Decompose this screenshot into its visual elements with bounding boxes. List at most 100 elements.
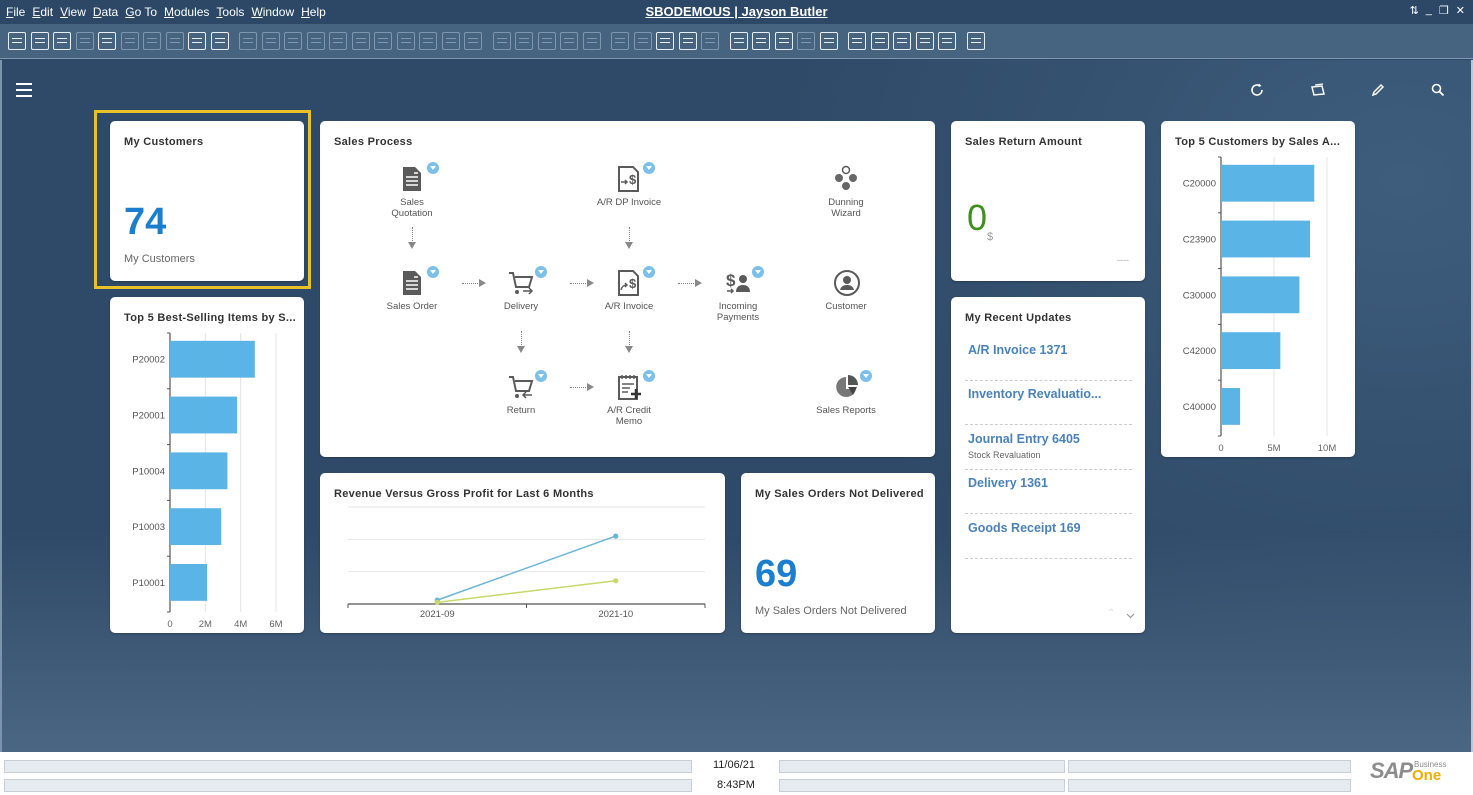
bar-p20002	[170, 340, 255, 378]
query-manager-icon[interactable]	[656, 32, 674, 50]
dropdown-badge-icon[interactable]	[752, 266, 764, 278]
find-icon[interactable]	[8, 32, 26, 50]
previous-record-icon	[306, 32, 325, 50]
cart-icon	[508, 269, 534, 297]
kpi-value[interactable]: 0	[967, 197, 987, 239]
update-item[interactable]: A/R Invoice 1371	[965, 343, 1132, 381]
menu-item-file[interactable]: File	[6, 5, 25, 19]
dropdown-badge-icon[interactable]	[643, 370, 655, 382]
message-icon[interactable]	[98, 32, 116, 50]
sales-quotation-node[interactable]: Sales Quotation	[362, 162, 462, 219]
sales-return-widget[interactable]: Sales Return Amount 0 $ ----	[951, 121, 1145, 281]
dashboard-icon[interactable]	[848, 32, 866, 50]
dunning-wizard-node[interactable]: Dunning Wizard	[796, 165, 896, 219]
update-item[interactable]: Inventory Revaluatio...	[965, 387, 1132, 425]
update-link[interactable]: Delivery 1361	[968, 476, 1132, 490]
scroll-up-icon[interactable]: ⌃	[1107, 608, 1115, 619]
calculator-icon[interactable]	[774, 32, 793, 50]
close-icon[interactable]: ✕	[1456, 4, 1465, 17]
edit-icon[interactable]	[1370, 82, 1386, 98]
node-label: Dunning Wizard	[828, 197, 864, 219]
revenue-profit-chart: 2021-09 2021-10	[347, 506, 706, 620]
update-item[interactable]: Goods Receipt 169	[965, 521, 1132, 559]
sales-analysis-icon[interactable]	[893, 32, 911, 50]
report-icon[interactable]	[915, 32, 934, 50]
dropdown-badge-icon[interactable]	[535, 370, 547, 382]
menu-item-tools[interactable]: Tools	[216, 5, 244, 19]
y-tick-label: P10003	[132, 522, 165, 533]
data-point	[613, 578, 619, 584]
menu-item-data[interactable]: Data	[93, 5, 118, 19]
dropdown-badge-icon[interactable]	[643, 266, 655, 278]
scroll-down-icon[interactable]	[1126, 606, 1135, 619]
incoming-payments-node[interactable]: $ Incoming Payments	[688, 266, 788, 323]
kpi-value[interactable]: 74	[124, 201, 166, 244]
update-item[interactable]: Journal Entry 6405 Stock Revaluation	[965, 432, 1132, 470]
print-preview-icon[interactable]	[53, 32, 71, 50]
update-link[interactable]: Journal Entry 6405	[968, 432, 1132, 446]
update-link[interactable]: Goods Receipt 169	[968, 521, 1132, 535]
add-icon	[261, 32, 280, 50]
ar-dp-invoice-node[interactable]: $ A/R DP Invoice	[579, 162, 679, 208]
refresh-icon[interactable]	[1249, 82, 1265, 98]
sales-order-node[interactable]: Sales Order	[362, 266, 462, 312]
update-link[interactable]: Inventory Revaluatio...	[968, 387, 1132, 401]
print-icon[interactable]	[30, 32, 49, 50]
widgets-icon[interactable]	[870, 32, 889, 50]
node-label: Sales Quotation	[391, 197, 433, 219]
node-label: Delivery	[503, 301, 539, 312]
dropdown-badge-icon[interactable]	[535, 266, 547, 278]
x-tick-label: 2021-10	[598, 609, 633, 620]
document-icon	[399, 165, 425, 193]
messages-icon[interactable]	[678, 32, 697, 50]
update-item[interactable]: Delivery 1361	[965, 476, 1132, 514]
menu-item-view[interactable]: View	[60, 5, 86, 19]
node-label: Incoming Payments	[716, 301, 760, 323]
y-tick-label: C20000	[1183, 179, 1216, 190]
widget-gallery-icon[interactable]	[1310, 82, 1326, 98]
flow-arrow	[625, 227, 633, 249]
svg-text:$: $	[629, 276, 637, 291]
my-customers-widget[interactable]: My Customers 74 My Customers	[110, 121, 304, 281]
menu-item-go-to[interactable]: Go To	[125, 5, 157, 19]
lock-screen-icon[interactable]	[210, 32, 229, 50]
attachment-icon	[582, 32, 601, 50]
activity-overview-icon[interactable]	[752, 32, 770, 50]
bar-c40000	[1221, 388, 1241, 425]
menu-item-help[interactable]: Help	[301, 5, 326, 19]
ar-credit-memo-node[interactable]: A/R Credit Memo	[579, 370, 679, 427]
customer-node[interactable]: Customer	[796, 269, 896, 312]
kpi-value[interactable]: 69	[755, 553, 797, 596]
ar-invoice-node[interactable]: $ A/R Invoice	[579, 266, 679, 312]
user-icon[interactable]	[819, 32, 838, 50]
move-icon[interactable]	[188, 32, 206, 50]
menu-icon[interactable]	[16, 83, 32, 97]
layout-icon[interactable]: ⇅	[1410, 4, 1419, 17]
orders-not-delivered-widget[interactable]: My Sales Orders Not Delivered 69 My Sale…	[741, 473, 935, 633]
customer-icon	[833, 269, 860, 297]
help-icon[interactable]	[966, 32, 985, 50]
alerts-overview-icon[interactable]	[729, 32, 748, 50]
web-client-icon[interactable]	[938, 32, 956, 50]
return-node[interactable]: Return	[471, 370, 571, 416]
search-icon[interactable]	[1430, 82, 1446, 98]
dropdown-badge-icon[interactable]	[427, 162, 439, 174]
dropdown-badge-icon[interactable]	[860, 370, 872, 382]
menu-item-edit[interactable]: Edit	[32, 5, 53, 19]
sales-reports-node[interactable]: Sales Reports	[796, 370, 896, 416]
x-tick-label: 5M	[1267, 443, 1280, 454]
relationship-map-icon	[492, 32, 511, 50]
dropdown-badge-icon[interactable]	[643, 162, 655, 174]
toolbar	[0, 24, 1473, 59]
dropdown-badge-icon[interactable]	[427, 266, 439, 278]
delivery-node[interactable]: Delivery	[471, 266, 571, 312]
menu-item-window[interactable]: Window	[251, 5, 294, 19]
menu-item-modules[interactable]: Modules	[164, 5, 209, 19]
minimize-icon[interactable]: _	[1426, 4, 1432, 17]
flow-arrow	[625, 331, 633, 353]
restore-icon[interactable]: ❐	[1439, 4, 1449, 17]
update-link[interactable]: A/R Invoice 1371	[968, 343, 1132, 357]
node-label: A/R Credit Memo	[607, 405, 651, 427]
widget-title: My Customers	[124, 136, 204, 148]
credit-memo-icon	[616, 373, 642, 401]
